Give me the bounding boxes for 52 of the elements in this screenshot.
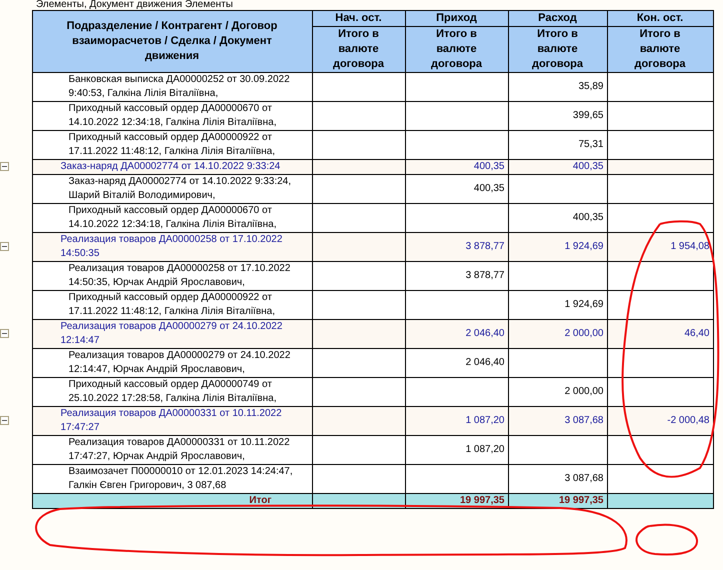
table-cell: 2 000,00: [508, 320, 607, 348]
table-cell: 2 000,00: [508, 378, 607, 406]
table-cell: 1 924,69: [508, 290, 607, 320]
column-subheader: Итого в валюте договора: [508, 26, 607, 72]
row-label: Реализация товаров ДА00000331 от 10.11.2022 17:47:27: [32, 406, 312, 436]
row-label: Реализация товаров ДА00000258 от 17.10.2022 14:50:35, Юрчак Андрій Ярославович,: [32, 262, 312, 290]
column-header: Нач. ост.: [312, 10, 405, 26]
table-cell: 46,40: [607, 320, 713, 348]
row-label: Реализация товаров ДА00000331 от 10.11.2022 17:47:27, Юрчак Андрій Ярославович,: [32, 436, 312, 464]
column-header: Приход: [405, 10, 508, 26]
table-cell: 3 087,68: [508, 406, 607, 436]
column-subheader: Итого в валюте договора: [405, 26, 508, 72]
row-label: Реализация товаров ДА00000258 от 17.10.2022 14:50:35: [32, 232, 312, 262]
table-cell: 35,89: [508, 72, 607, 102]
collapse-toggle-icon[interactable]: [0, 329, 9, 338]
collapse-toggle-icon[interactable]: [0, 242, 9, 251]
collapse-toggle-icon[interactable]: [0, 162, 9, 171]
column-header: Кон. ост.: [607, 10, 713, 26]
table-cell: 2 046,40: [405, 348, 508, 378]
row-label: Реализация товаров ДА00000279 от 24.10.2022 12:14:47: [32, 320, 312, 348]
column-header: Подразделение / Контрагент / Договор взаиморасчетов / Сделка / Документ движения: [32, 10, 312, 72]
row-label: Заказ-наряд ДА00002774 от 14.10.2022 9:33:24: [32, 160, 312, 174]
row-label: Приходный кассовый ордер ДА00000749 от 25.10.2022 17:28:58, Галкіна Лілія Віталіївна,: [32, 378, 312, 406]
column-subheader: Итого в валюте договора: [312, 26, 405, 72]
table-cell: 75,31: [508, 130, 607, 160]
row-label: Взаимозачет П00000010 от 12.01.2023 14:24:47, Галкін Євген Григорович, 3 087,68: [32, 464, 312, 494]
table-cell: 400,35: [508, 204, 607, 232]
table-cell: 1 087,20: [405, 436, 508, 464]
row-label: Приходный кассовый ордер ДА00000670 от 14.10.2022 12:34:18, Галкіна Лілія Віталіївна,: [32, 204, 312, 232]
report-title: Элементы, Документ движения Элементы: [35, 0, 234, 10]
table-cell: 400,35: [405, 174, 508, 204]
hand-drawn-loop: [636, 524, 698, 556]
table-cell: 1 924,69: [508, 232, 607, 262]
column-subheader: Итого в валюте договора: [607, 26, 713, 72]
table-cell: 399,65: [508, 102, 607, 130]
table-cell: 3 878,77: [405, 262, 508, 290]
table-cell: 400,35: [405, 160, 508, 174]
row-label: Приходный кассовый ордер ДА00000922 от 17.11.2022 11:48:12, Галкіна Лілія Віталіївна,: [32, 130, 312, 160]
row-label: Приходный кассовый ордер ДА00000670 от 14.10.2022 12:34:18, Галкіна Лілія Віталіївна,: [32, 102, 312, 130]
row-label: Приходный кассовый ордер ДА00000922 от 17.11.2022 11:48:12, Галкіна Лілія Віталіївна,: [32, 290, 312, 320]
row-label: Реализация товаров ДА00000279 от 24.10.2022 12:14:47, Юрчак Андрій Ярославович,: [32, 348, 312, 378]
table-cell: 1 954,08: [607, 232, 713, 262]
table-cell: 3 087,68: [508, 464, 607, 494]
column-header: Расход: [508, 10, 607, 26]
table-cell: -2 000,48: [607, 406, 713, 436]
table-cell: 3 878,77: [405, 232, 508, 262]
table-cell: 2 046,40: [405, 320, 508, 348]
row-label: Банковская выписка ДА00000252 от 30.09.2022 9:40:53, Галкіна Лілія Віталіївна,: [32, 72, 312, 102]
row-label: Заказ-наряд ДА00002774 от 14.10.2022 9:33:24, Шарий Віталій Володимирович,: [32, 174, 312, 204]
collapse-toggle-icon[interactable]: [0, 416, 9, 425]
table-cell: 1 087,20: [405, 406, 508, 436]
table-cell: 400,35: [508, 160, 607, 174]
